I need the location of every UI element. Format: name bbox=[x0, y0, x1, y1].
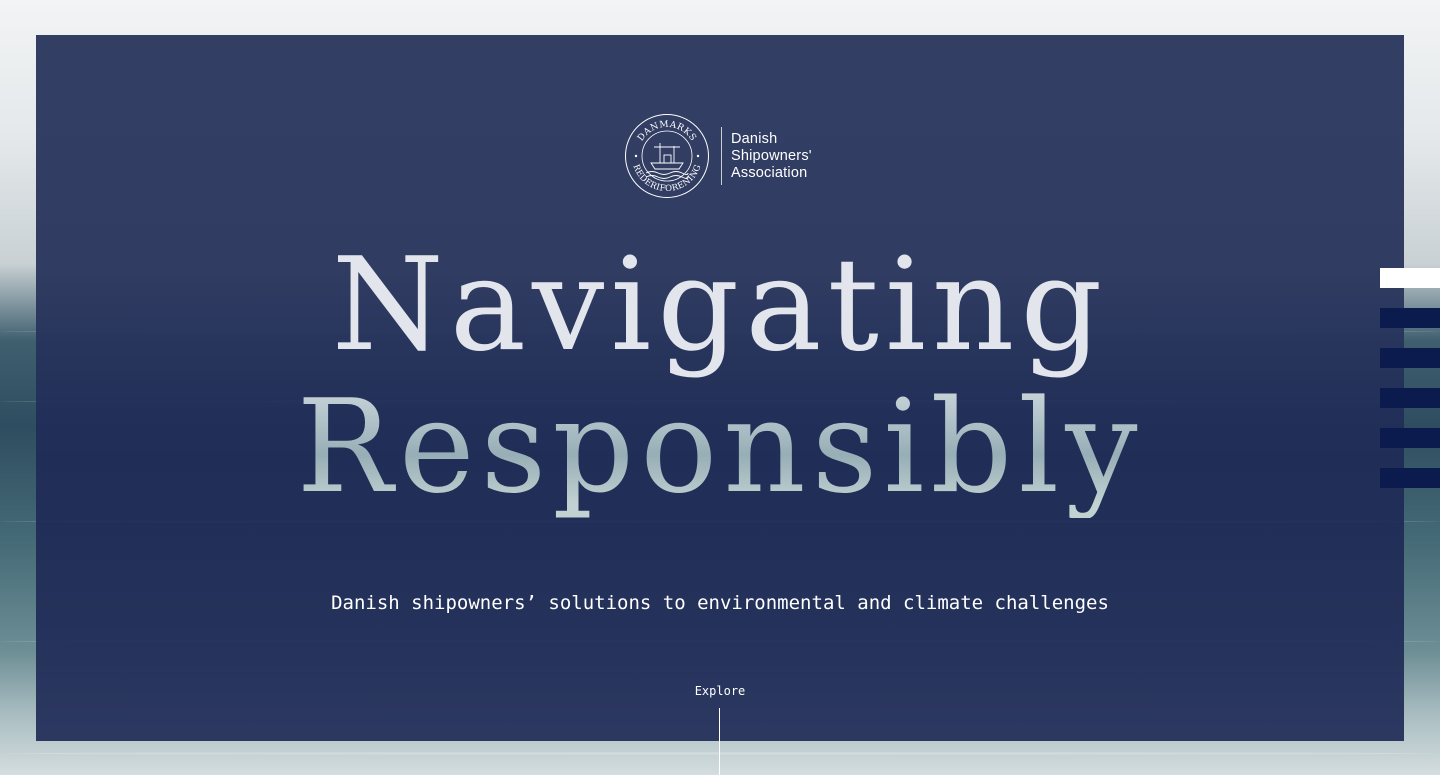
section-nav-item-3[interactable] bbox=[1380, 348, 1440, 368]
scroll-down-line-icon bbox=[719, 708, 720, 775]
section-nav-item-4[interactable] bbox=[1380, 388, 1440, 408]
wave-line bbox=[0, 752, 1440, 755]
explore-link[interactable]: Explore bbox=[670, 683, 770, 775]
section-nav-item-1[interactable] bbox=[1380, 268, 1440, 288]
section-nav-item-5[interactable] bbox=[1380, 428, 1440, 448]
section-nav bbox=[1380, 268, 1440, 508]
section-nav-item-2[interactable] bbox=[1380, 308, 1440, 328]
hero-title-line2: Responsibly bbox=[0, 378, 1440, 518]
association-name-line2: Shipowners' bbox=[731, 147, 812, 164]
ship-seal-icon: DANMARKS REDERIFORENING bbox=[625, 114, 709, 198]
association-name: Danish Shipowners' Association bbox=[731, 131, 812, 182]
association-logo[interactable]: DANMARKS REDERIFORENING Danish Shipowner… bbox=[624, 113, 812, 199]
logo-divider bbox=[721, 127, 722, 185]
explore-label[interactable]: Explore bbox=[670, 683, 770, 699]
svg-text:REDERIFORENING: REDERIFORENING bbox=[630, 163, 703, 194]
svg-text:DANMARKS: DANMARKS bbox=[636, 120, 698, 144]
hero-subtitle: Danish shipowners’ solutions to environm… bbox=[331, 592, 1109, 614]
hero-title-line1: Navigating bbox=[331, 231, 1109, 380]
association-name-line3: Association bbox=[731, 164, 808, 181]
association-name-line1: Danish bbox=[731, 130, 778, 147]
section-nav-item-6[interactable] bbox=[1380, 468, 1440, 488]
